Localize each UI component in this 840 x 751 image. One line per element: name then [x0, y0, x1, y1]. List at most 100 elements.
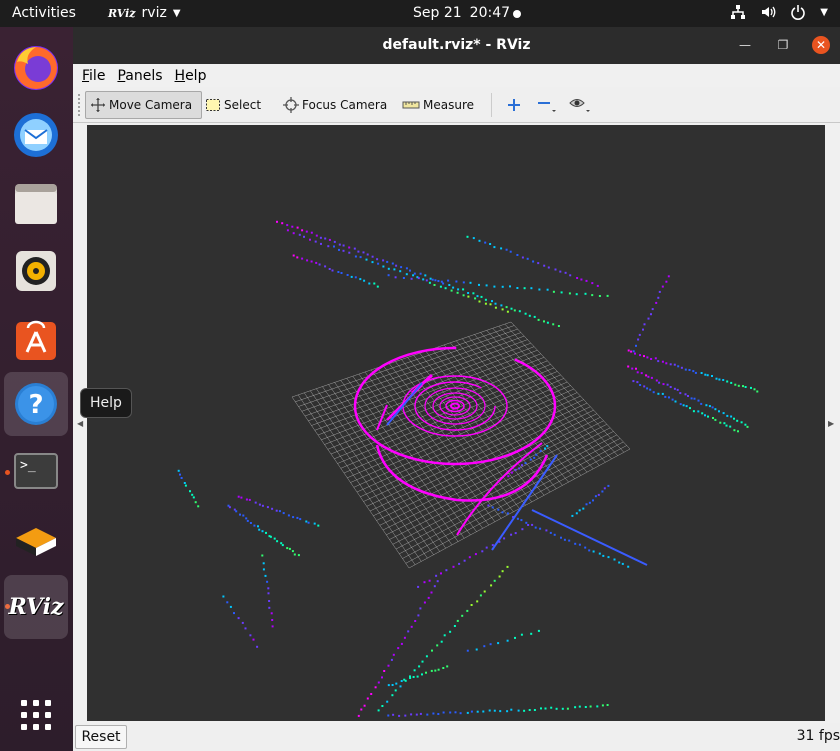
rhythmbox-icon: [16, 251, 56, 291]
scan-point: [324, 237, 327, 240]
scan-point: [574, 542, 577, 545]
window-title: default.rviz* - RViz: [382, 37, 531, 53]
scan-point: [483, 590, 486, 593]
menu-file[interactable]: File: [82, 68, 105, 84]
eye-icon: [569, 99, 590, 112]
scan-point: [399, 270, 402, 273]
dock-terminal[interactable]: >_: [4, 439, 68, 503]
scan-point: [275, 509, 278, 512]
scan-point: [588, 501, 591, 504]
scan-point: [661, 285, 664, 288]
scan-point: [658, 381, 661, 384]
dock-software[interactable]: [4, 307, 68, 371]
system-tray[interactable]: ▼: [730, 4, 828, 20]
menu-panels[interactable]: Panels: [117, 68, 162, 84]
collapse-left-icon[interactable]: ◀: [77, 419, 85, 429]
close-icon[interactable]: ✕: [812, 36, 830, 54]
scan-point: [296, 516, 299, 519]
window-titlebar[interactable]: default.rviz* - RViz — ❐ ✕: [73, 27, 840, 64]
scan-point: [405, 273, 408, 276]
scan-point: [282, 512, 285, 515]
scan-point: [525, 521, 528, 524]
scan-point: [707, 415, 709, 418]
scan-point: [271, 625, 274, 628]
remove-tool-button[interactable]: [533, 91, 563, 119]
reset-button[interactable]: Reset: [75, 725, 127, 749]
scan-point: [637, 338, 640, 341]
scan-point: [589, 705, 592, 708]
minimize-icon[interactable]: —: [736, 36, 754, 54]
scan-point: [534, 526, 537, 529]
add-tool-button[interactable]: [503, 91, 525, 119]
scan-point: [348, 251, 351, 254]
clock-date: Sep 21: [413, 5, 462, 21]
scan-point: [391, 694, 394, 697]
scan-point: [575, 293, 578, 296]
dock-tooltip: Help: [80, 388, 132, 418]
dock-files[interactable]: [4, 171, 68, 235]
move-camera-button[interactable]: Move Camera: [85, 91, 202, 119]
app-menu[interactable]: RViz rviz ▼: [108, 5, 181, 21]
scan-point: [377, 262, 380, 265]
clock[interactable]: Sep 21 20:47: [413, 5, 510, 21]
scan-point: [546, 445, 549, 448]
dock-rviz[interactable]: RViz: [4, 575, 68, 639]
chevron-down-icon: ▼: [820, 6, 828, 18]
scan-point: [386, 700, 389, 703]
scan-point: [725, 424, 728, 427]
scan-point: [237, 495, 240, 498]
scan-point: [292, 254, 295, 257]
dock-ros-tools[interactable]: [4, 507, 68, 571]
scan-point: [436, 580, 439, 583]
scan-point: [592, 499, 594, 502]
scan-point: [197, 505, 200, 508]
scan-point: [578, 543, 581, 546]
scan-point: [414, 620, 417, 622]
plus-icon: [508, 99, 520, 111]
scan-streak: [491, 454, 558, 551]
dock-thunderbird[interactable]: [4, 103, 68, 167]
3d-render-view[interactable]: [87, 125, 825, 721]
scan-point: [563, 538, 566, 541]
collapse-right-icon[interactable]: ▶: [828, 419, 836, 429]
dock-rhythmbox[interactable]: [4, 239, 68, 303]
scene-canvas[interactable]: [87, 125, 825, 721]
scan-point: [547, 266, 550, 269]
scan-point: [228, 506, 231, 509]
dock-show-apps[interactable]: [4, 683, 68, 747]
scan-point: [387, 274, 390, 277]
scan-point: [331, 269, 334, 272]
scan-point: [437, 713, 440, 715]
scan-point: [415, 713, 418, 716]
scan-point: [479, 594, 482, 597]
scan-point: [363, 279, 366, 282]
select-button[interactable]: Select: [201, 91, 265, 119]
scan-point: [424, 274, 427, 277]
measure-button[interactable]: Measure: [398, 91, 478, 119]
scan-point: [288, 547, 291, 550]
dock-help[interactable]: ?: [4, 372, 68, 436]
maximize-icon[interactable]: ❐: [774, 36, 792, 54]
menu-help[interactable]: Help: [175, 68, 207, 84]
scan-point: [423, 601, 426, 604]
scan-point: [553, 533, 556, 536]
toolbar-grip[interactable]: [77, 93, 81, 117]
scan-point: [588, 549, 591, 552]
move-camera-label: Move Camera: [109, 98, 193, 112]
scan-point: [714, 418, 717, 421]
focus-camera-button[interactable]: Focus Camera: [279, 91, 391, 119]
scan-point: [431, 649, 433, 652]
status-bar: Reset 31 fps: [73, 723, 840, 751]
scan-point: [240, 496, 243, 499]
scan-point: [643, 385, 646, 388]
dock-firefox[interactable]: [4, 35, 68, 99]
scan-point: [454, 711, 457, 714]
scan-point: [729, 425, 732, 428]
scan-point: [387, 267, 390, 270]
activities-button[interactable]: Activities: [12, 5, 76, 21]
scan-point: [392, 653, 395, 656]
scan-point: [342, 244, 345, 247]
scan-point: [254, 501, 257, 504]
scan-point: [245, 517, 248, 520]
view-tool-button[interactable]: [565, 91, 597, 119]
